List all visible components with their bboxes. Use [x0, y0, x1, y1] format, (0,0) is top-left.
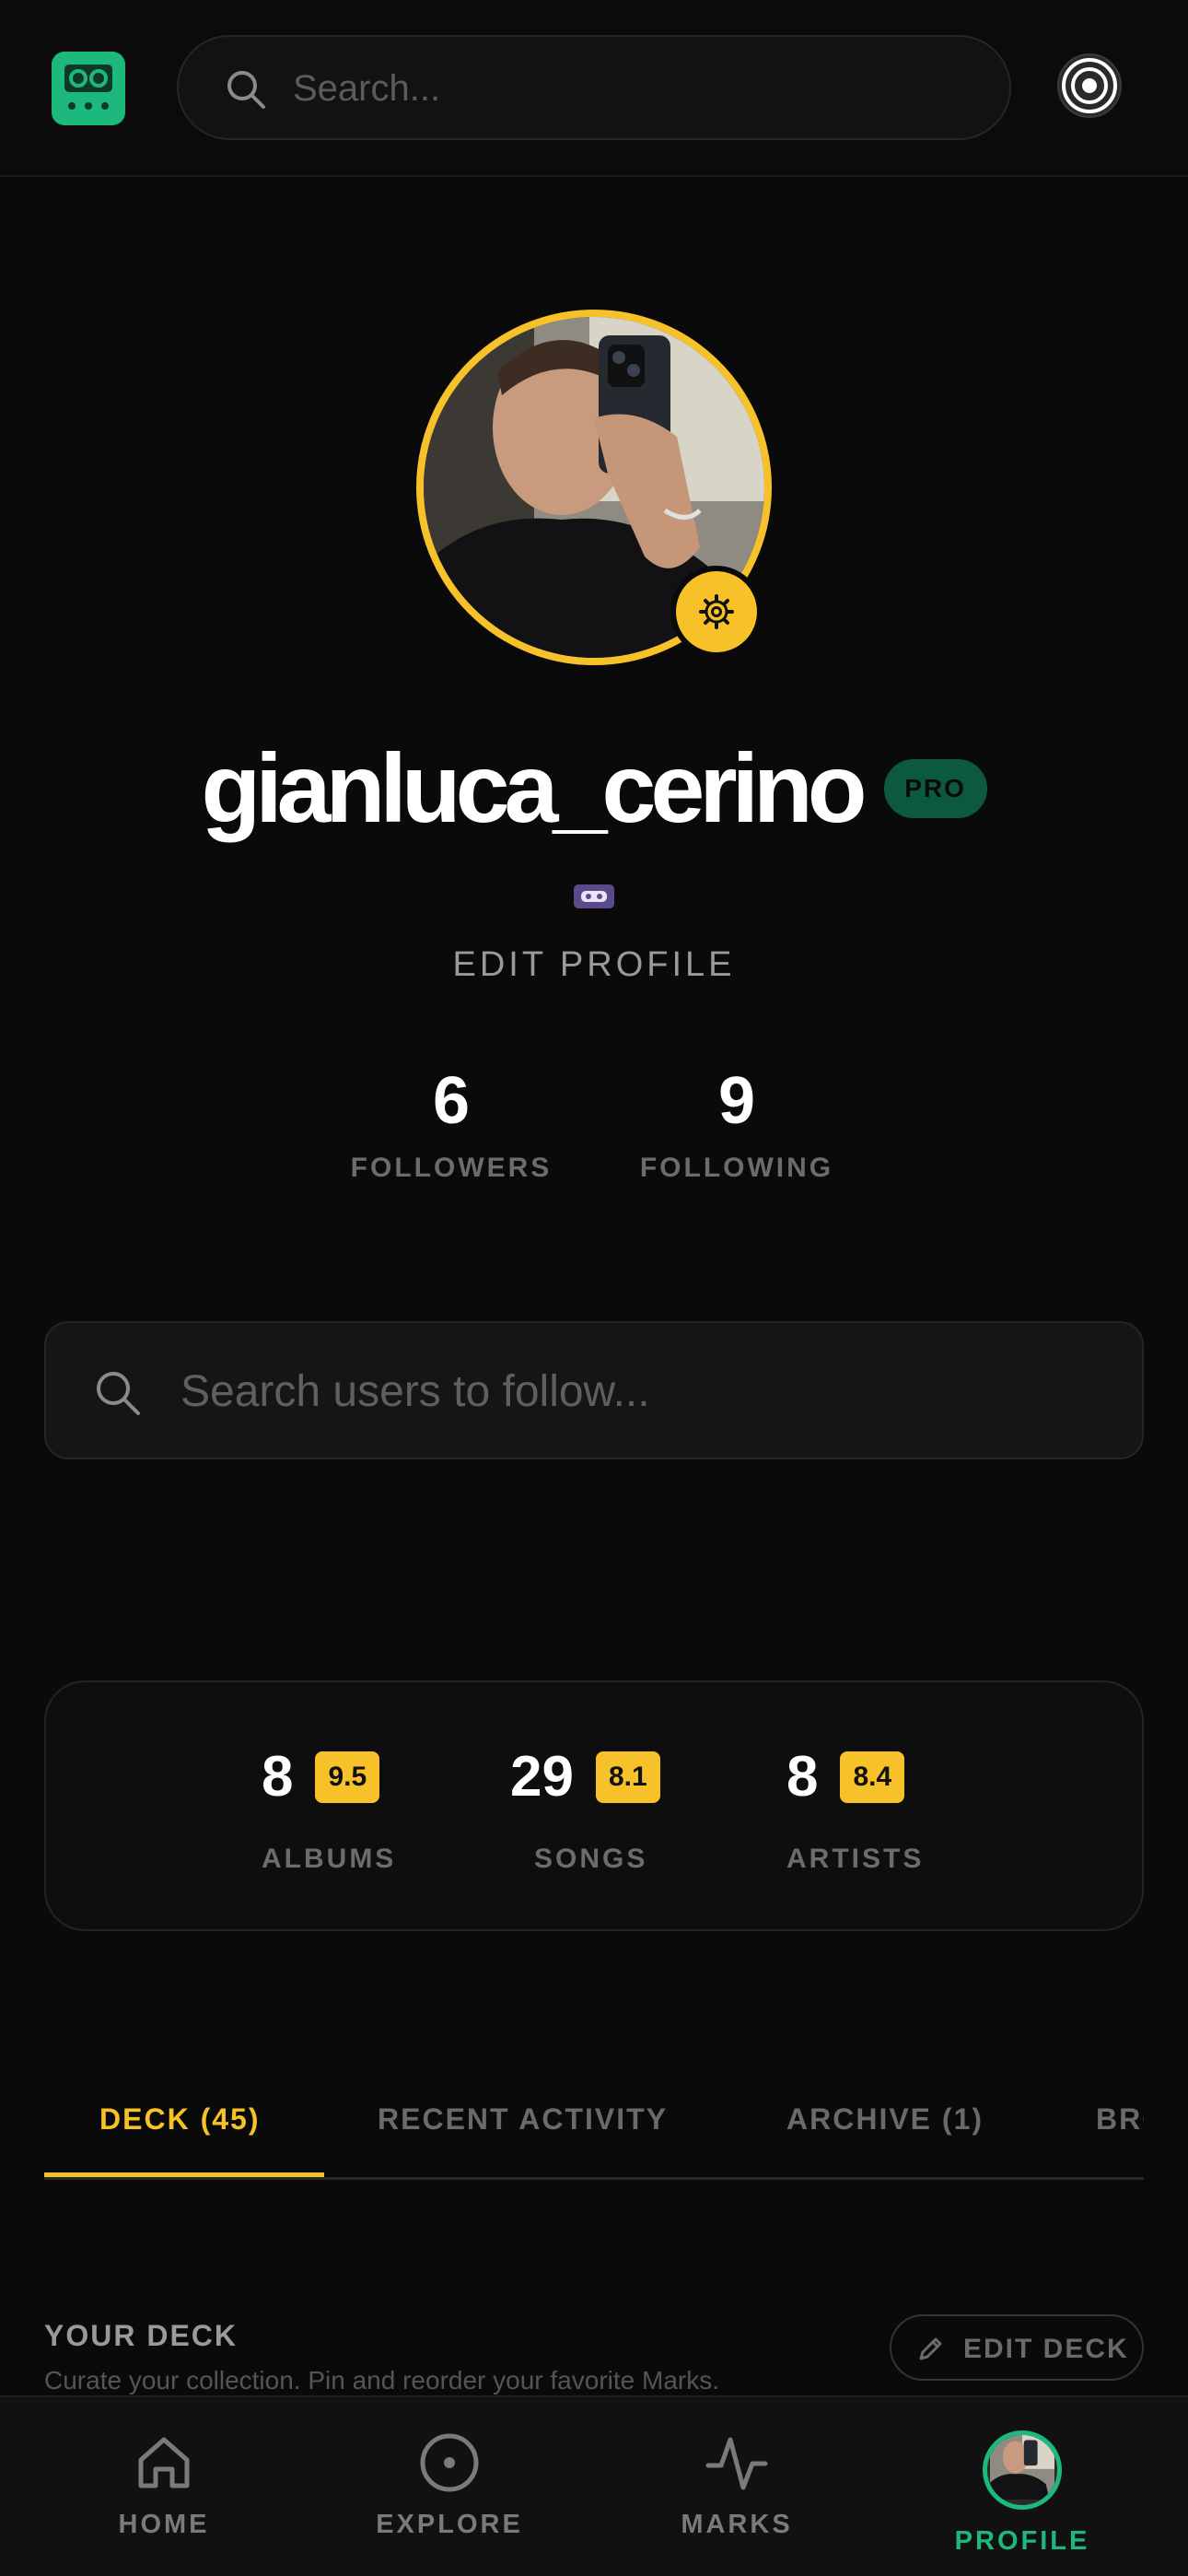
- songs-label: SONGS: [534, 1844, 648, 1874]
- user-search-input[interactable]: Search users to follow...: [44, 1321, 1144, 1459]
- gear-icon: [699, 594, 734, 629]
- radar-icon[interactable]: [1054, 50, 1125, 122]
- top-bar: Search...: [0, 0, 1188, 177]
- albums-rating[interactable]: 8 9.5 ALBUMS: [262, 1745, 393, 1875]
- tab-archive[interactable]: ARCHIVE (1): [786, 2099, 984, 2139]
- videocassette-emoji: [574, 884, 614, 908]
- albums-count: 8: [262, 1745, 294, 1809]
- edit-deck-button[interactable]: EDIT DECK: [890, 2314, 1144, 2381]
- profile-tabs: DECK (45) RECENT ACTIVITY ARCHIVE (1) BR…: [44, 2078, 1144, 2180]
- settings-button[interactable]: [670, 566, 763, 658]
- followers-stat[interactable]: 6 FOLLOWERS: [350, 1061, 553, 1187]
- songs-rating[interactable]: 29 8.1 SONGS: [510, 1745, 660, 1874]
- following-label: FOLLOWING: [639, 1153, 834, 1183]
- albums-label: ALBUMS: [262, 1844, 397, 1874]
- activity-icon: [705, 2437, 768, 2490]
- followers-count: 6: [432, 1064, 471, 1138]
- nav-marks-label: MARKS: [681, 2510, 793, 2539]
- active-tab-indicator: [44, 2172, 324, 2177]
- artists-label: ARTISTS: [786, 1844, 925, 1874]
- bottom-nav: HOME EXPLORE MARKS PROFILE: [0, 2395, 1188, 2576]
- nav-profile[interactable]: PROFILE: [912, 2430, 1133, 2559]
- nav-explore-label: EXPLORE: [376, 2510, 523, 2539]
- tab-deck[interactable]: DECK (45): [99, 2099, 260, 2139]
- nav-home[interactable]: HOME: [53, 2430, 274, 2543]
- username-row: gianluca_cerino PRO: [0, 733, 1188, 844]
- following-stat[interactable]: 9 FOLLOWING: [635, 1061, 838, 1187]
- tab-recent-activity[interactable]: RECENT ACTIVITY: [378, 2099, 668, 2139]
- avatar: [983, 2430, 1062, 2510]
- profile-page: Search... gianluca_cerino PRO EDIT PROFI…: [0, 0, 1188, 2576]
- artists-count: 8: [786, 1745, 819, 1809]
- search-placeholder: Search...: [293, 68, 441, 109]
- edit-deck-label: EDIT DECK: [963, 2334, 1129, 2364]
- search-icon: [97, 1372, 140, 1415]
- search-icon: [227, 71, 265, 109]
- deck-subtitle: Curate your collection. Pin and reorder …: [44, 2366, 719, 2395]
- username: gianluca_cerino: [201, 734, 867, 843]
- cassette-logo-icon[interactable]: [52, 52, 125, 125]
- songs-score-badge: 8.1: [595, 1751, 660, 1803]
- deck-title: YOUR DECK: [44, 2319, 239, 2352]
- home-icon: [138, 2437, 190, 2488]
- artists-rating[interactable]: 8 8.4 ARTISTS: [786, 1745, 921, 1875]
- search-input[interactable]: Search...: [177, 35, 1011, 140]
- tab-browse[interactable]: BROWSE: [1096, 2099, 1144, 2139]
- nav-home-label: HOME: [118, 2510, 210, 2539]
- nav-explore[interactable]: EXPLORE: [339, 2430, 560, 2543]
- nav-profile-label: PROFILE: [954, 2526, 1090, 2556]
- following-count: 9: [717, 1064, 756, 1138]
- followers-label: FOLLOWERS: [350, 1153, 553, 1183]
- nav-marks[interactable]: MARKS: [626, 2430, 847, 2543]
- disc-icon: [420, 2433, 479, 2492]
- edit-profile-link[interactable]: EDIT PROFILE: [0, 942, 1188, 988]
- albums-score-badge: 9.5: [315, 1751, 380, 1803]
- songs-count: 29: [510, 1745, 574, 1809]
- pro-badge: PRO: [883, 759, 987, 818]
- artists-score-badge: 8.4: [840, 1751, 905, 1803]
- pencil-icon: [919, 2337, 942, 2360]
- user-search-placeholder: Search users to follow...: [181, 1367, 650, 1416]
